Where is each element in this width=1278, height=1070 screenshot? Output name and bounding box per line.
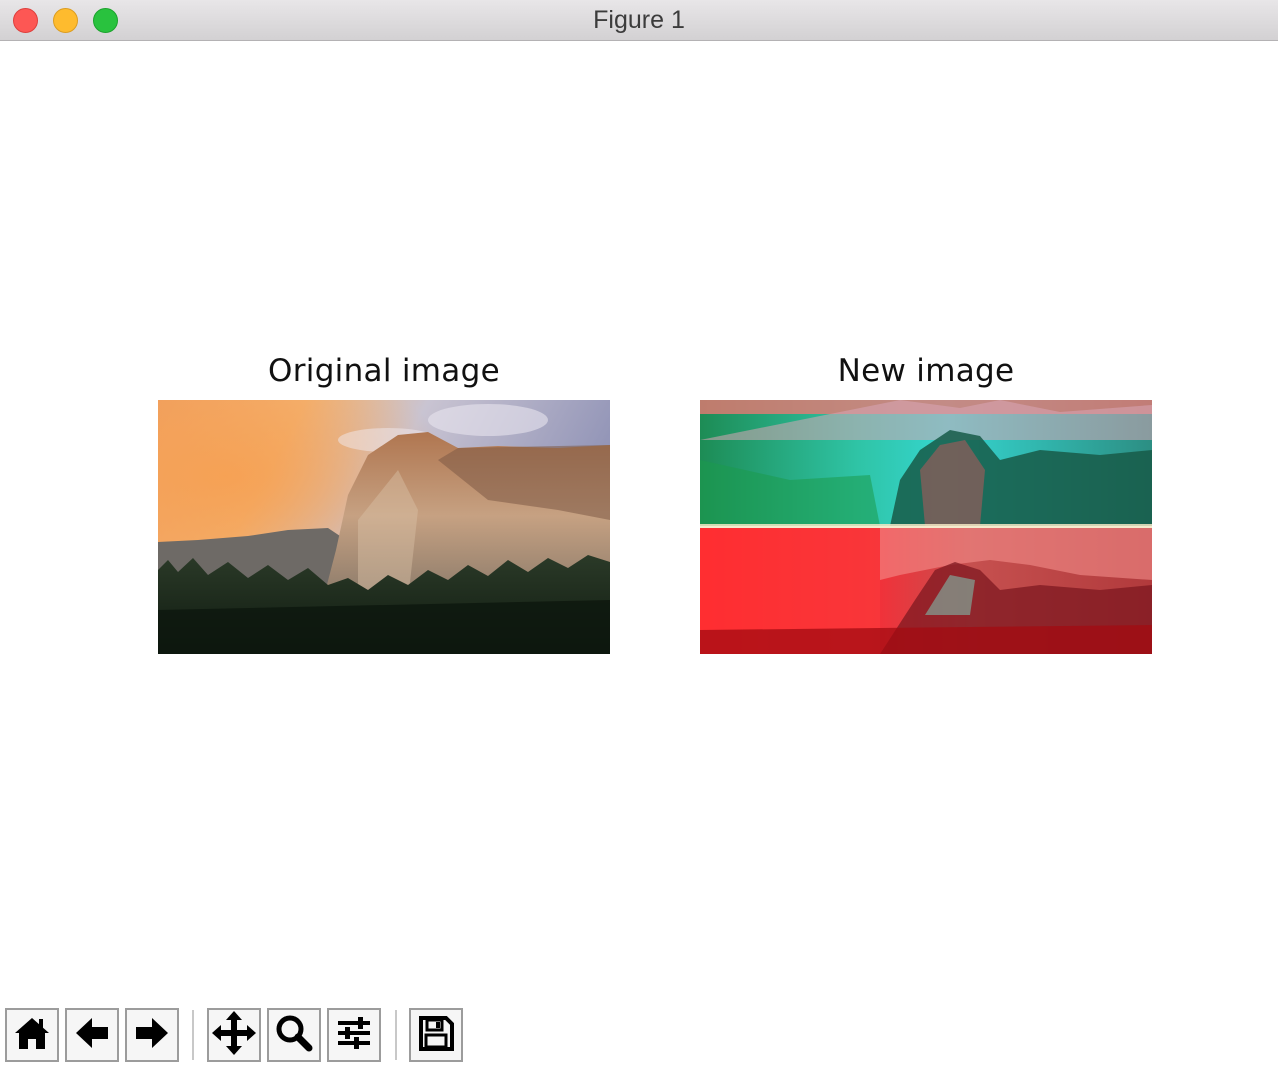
sliders-icon	[334, 1013, 374, 1057]
toolbar-separator	[395, 1010, 397, 1060]
window-titlebar: Figure 1	[0, 0, 1278, 41]
move-icon	[212, 1011, 256, 1059]
pan-button[interactable]	[207, 1008, 261, 1062]
forward-button[interactable]	[125, 1008, 179, 1062]
navigation-toolbar	[0, 1001, 1278, 1070]
figure-canvas[interactable]: Original image New image	[0, 41, 1278, 1001]
magnifier-icon	[274, 1013, 314, 1057]
home-icon	[12, 1013, 52, 1057]
window-title: Figure 1	[593, 6, 685, 34]
home-button[interactable]	[5, 1008, 59, 1062]
new-image	[700, 400, 1152, 654]
configure-subplots-button[interactable]	[327, 1008, 381, 1062]
back-button[interactable]	[65, 1008, 119, 1062]
toolbar-separator	[192, 1010, 194, 1060]
arrow-left-icon	[72, 1013, 112, 1057]
arrow-right-icon	[132, 1013, 172, 1057]
floppy-disk-icon	[416, 1013, 456, 1057]
new-image-title: New image	[837, 353, 1015, 389]
original-image-title: Original image	[268, 353, 500, 389]
zoom-button[interactable]	[267, 1008, 321, 1062]
original-image	[158, 400, 610, 654]
save-button[interactable]	[409, 1008, 463, 1062]
